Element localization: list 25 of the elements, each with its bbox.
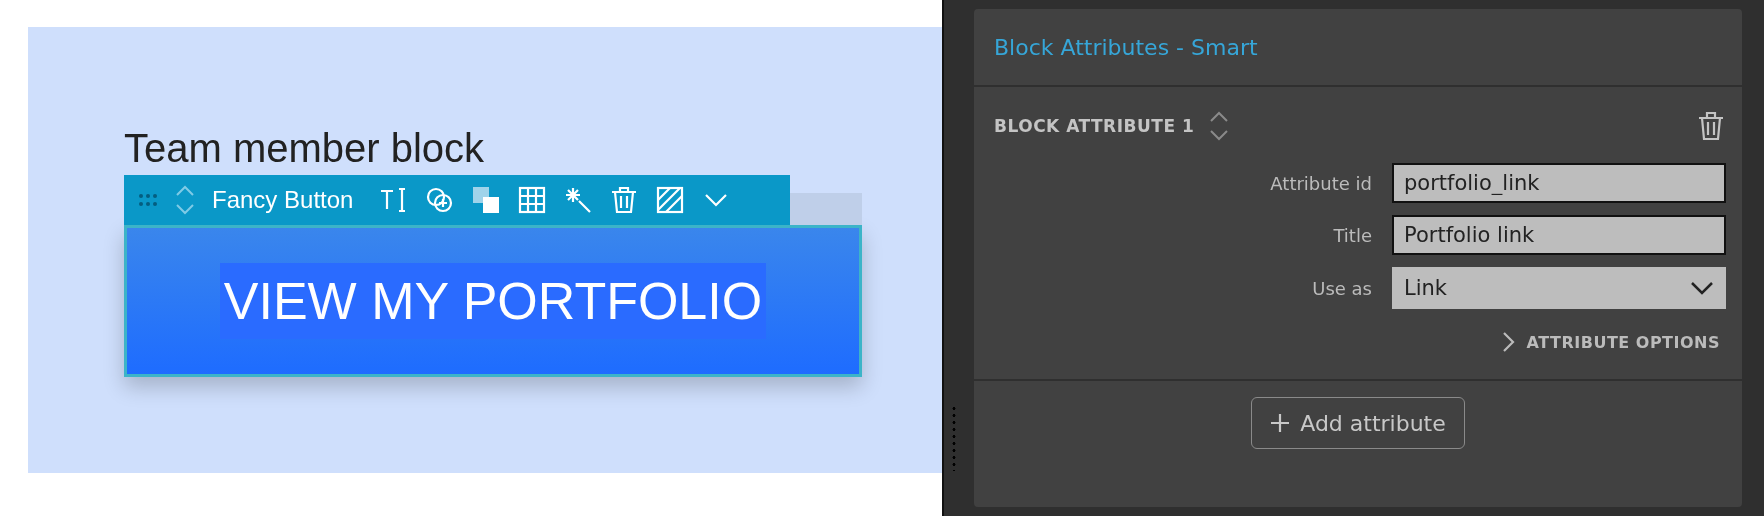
trash-icon[interactable] [1696, 110, 1726, 142]
field-label: Title [1333, 224, 1372, 246]
drag-handle-icon[interactable] [138, 194, 158, 206]
input-field[interactable]: Portfolio link [1392, 215, 1726, 255]
field-label: Attribute id [1270, 172, 1372, 194]
panel-title: Block Attributes - Smart [994, 34, 1258, 60]
chevron-right-icon [1500, 331, 1515, 353]
sort-arrows-icon[interactable] [174, 183, 196, 217]
chevron-down-icon [1690, 281, 1714, 295]
hatch-pattern-icon[interactable] [655, 185, 686, 215]
input-field[interactable]: portfolio_link [1392, 163, 1726, 203]
grid-icon[interactable] [517, 185, 548, 215]
toolbar-title: Fancy Button [212, 186, 354, 214]
fancy-button[interactable]: VIEW MY PORTFOLIO [124, 225, 862, 377]
add-attribute-button[interactable]: Add attribute [1251, 397, 1465, 449]
layers-icon[interactable] [471, 185, 502, 215]
section-title: BLOCK ATTRIBUTE 1 [994, 116, 1195, 136]
block-heading: Team member block [124, 125, 486, 172]
attribute-options-toggle[interactable]: ATTRIBUTE OPTIONS [1500, 331, 1720, 353]
field-label: Use as [1312, 277, 1372, 299]
plus-icon [1270, 413, 1291, 433]
sort-arrows-icon[interactable] [1208, 109, 1231, 143]
toolbar-shadow [790, 193, 862, 225]
select-field[interactable]: Link [1392, 267, 1726, 309]
resize-grip-icon[interactable] [952, 405, 956, 471]
